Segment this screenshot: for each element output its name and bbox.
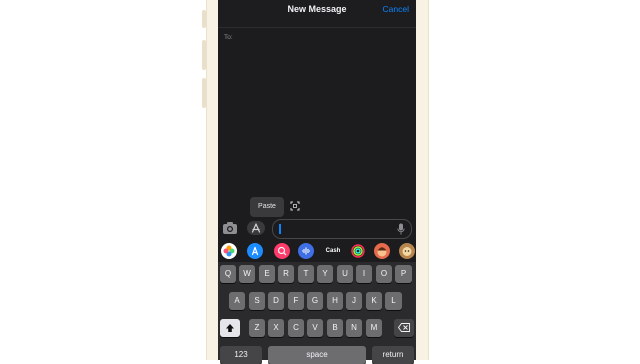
message-input[interactable] — [272, 219, 412, 239]
cancel-button[interactable]: Cancel — [383, 4, 409, 14]
apple-cash-label: Cash — [325, 248, 341, 254]
navigation-bar: New Message Cancel — [218, 0, 416, 28]
key-y[interactable]: Y — [317, 265, 333, 283]
key-r[interactable]: R — [278, 265, 294, 283]
key-p[interactable]: P — [395, 265, 412, 283]
apple-cash-icon[interactable]: Cash — [322, 243, 344, 259]
key-z[interactable]: Z — [249, 319, 265, 337]
photos-app-icon[interactable] — [221, 243, 237, 259]
animoji-icon[interactable] — [399, 243, 415, 259]
volume-up-button — [202, 40, 206, 70]
image-search-icon[interactable] — [274, 243, 290, 259]
key-b[interactable]: B — [327, 319, 343, 337]
audio-message-icon[interactable] — [298, 243, 314, 259]
device-bezel-right — [416, 0, 429, 360]
key-e[interactable]: E — [259, 265, 275, 283]
key-t[interactable]: T — [298, 265, 314, 283]
recipient-input[interactable] — [236, 30, 412, 44]
key-v[interactable]: V — [307, 319, 323, 337]
key-u[interactable]: U — [337, 265, 353, 283]
key-h[interactable]: H — [327, 292, 343, 310]
key-n[interactable]: N — [346, 319, 362, 337]
numbers-key[interactable]: 123 — [220, 346, 262, 364]
camera-icon[interactable] — [222, 221, 238, 235]
key-c[interactable]: C — [288, 319, 304, 337]
key-j[interactable]: J — [346, 292, 362, 310]
paste-menu-item[interactable]: Paste — [250, 197, 284, 217]
key-g[interactable]: G — [307, 292, 323, 310]
scan-text-icon[interactable] — [290, 201, 300, 211]
key-f[interactable]: F — [288, 292, 304, 310]
app-store-icon — [251, 223, 261, 233]
key-k[interactable]: K — [366, 292, 382, 310]
app-store-app-icon[interactable] — [247, 243, 263, 259]
key-l[interactable]: L — [385, 292, 402, 310]
fitness-rings-icon[interactable] — [350, 243, 366, 259]
microphone-icon[interactable] — [397, 223, 405, 235]
key-x[interactable]: X — [268, 319, 284, 337]
shift-key[interactable] — [220, 319, 240, 337]
app-store-toggle-button[interactable] — [247, 221, 265, 235]
imessage-app-drawer: Cash — [218, 240, 416, 262]
key-w[interactable]: W — [239, 265, 255, 283]
to-field-label: To: — [224, 34, 233, 41]
key-s[interactable]: S — [249, 292, 265, 310]
key-i[interactable]: I — [356, 265, 372, 283]
keyboard: Q W E R T Y U I O P A S D F G H J K L Z … — [218, 262, 416, 364]
return-key[interactable]: return — [372, 346, 414, 364]
key-m[interactable]: M — [366, 319, 382, 337]
key-o[interactable]: O — [376, 265, 392, 283]
space-key[interactable]: space — [268, 346, 366, 364]
shift-arrow-icon — [226, 324, 234, 332]
backspace-icon — [397, 323, 410, 332]
key-d[interactable]: D — [268, 292, 284, 310]
key-q[interactable]: Q — [220, 265, 236, 283]
delete-key[interactable] — [394, 319, 414, 337]
text-cursor — [279, 224, 281, 234]
volume-down-button — [202, 78, 206, 108]
memoji-icon[interactable] — [374, 243, 390, 259]
key-a[interactable]: A — [229, 292, 245, 310]
silent-switch — [202, 10, 206, 28]
